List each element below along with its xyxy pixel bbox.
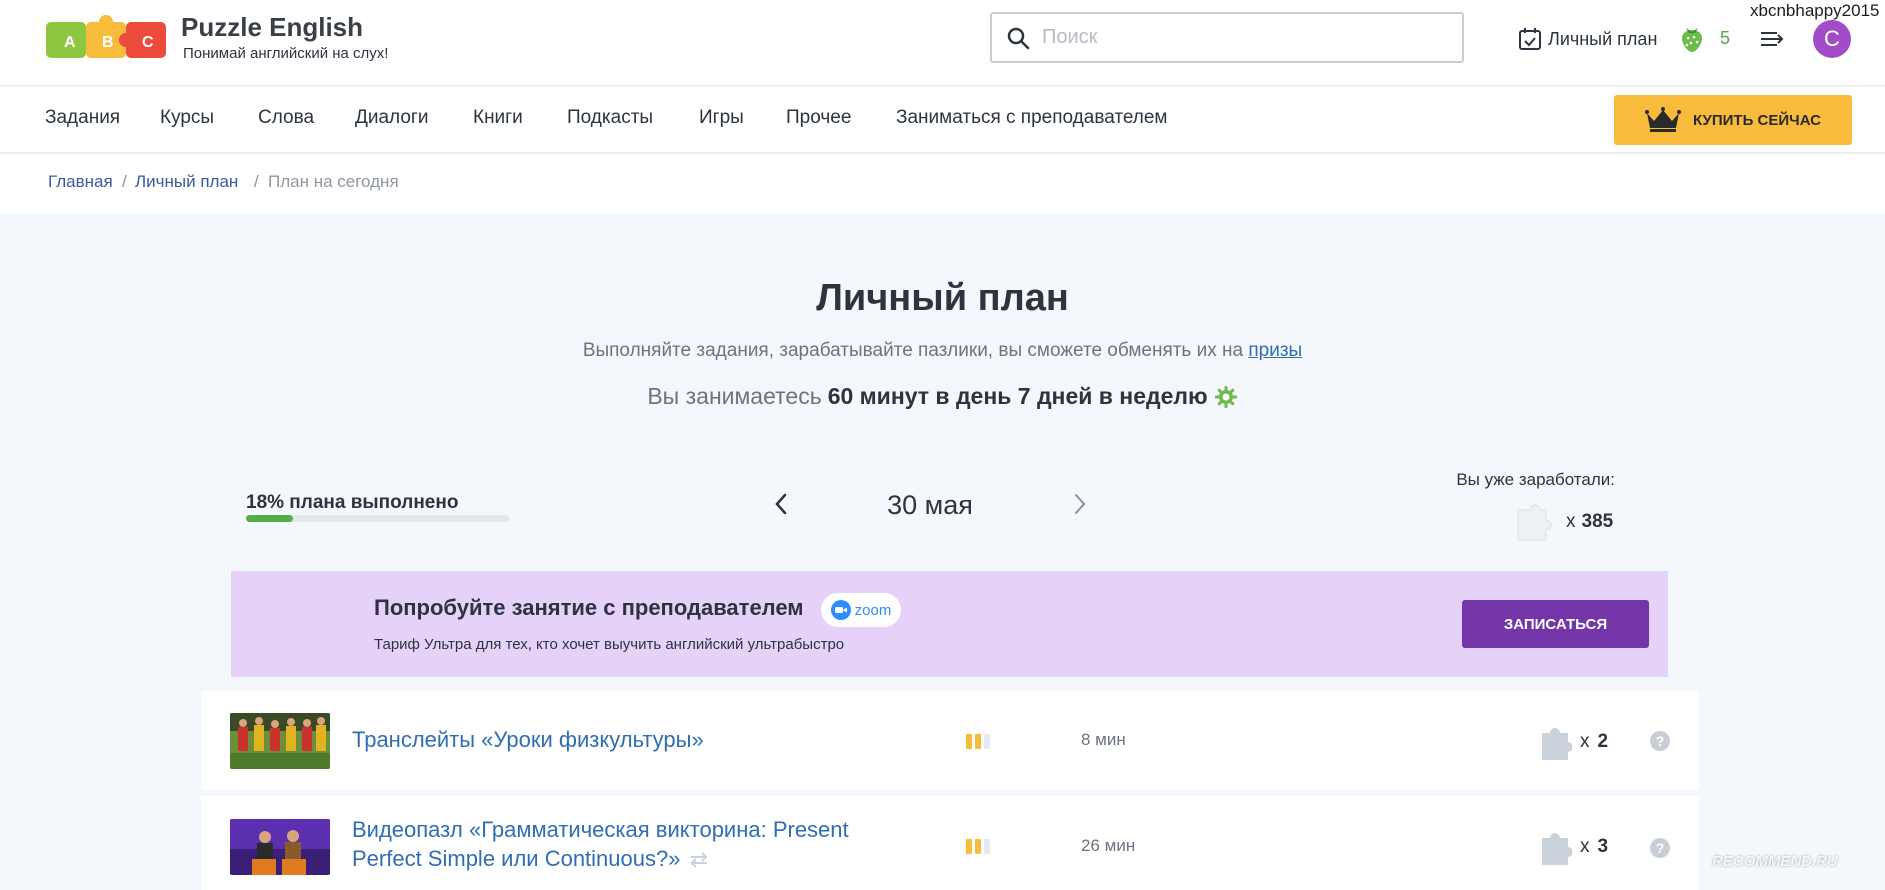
main-nav: Задания Курсы Слова Диалоги Книги Подкас…	[0, 87, 1885, 153]
task-duration: 26 мин	[1081, 836, 1136, 855]
chevron-right-icon[interactable]	[1071, 490, 1089, 518]
search-icon	[1007, 27, 1030, 50]
page-title: Личный план	[816, 277, 1069, 319]
breadcrumb-separator: /	[122, 172, 127, 191]
nav-item-books[interactable]: Книги	[473, 107, 523, 129]
buy-now-button[interactable]: КУПИТЬ СЕЙЧАС	[1614, 95, 1852, 145]
nav-item-tasks[interactable]: Задания	[45, 107, 120, 129]
zoom-camera-icon	[830, 600, 851, 620]
tutor-promo-banner: Попробуйте занятие с преподавателем zoom…	[231, 571, 1668, 677]
task-thumbnail[interactable]	[230, 819, 330, 875]
breadcrumb-separator: /	[254, 172, 259, 191]
task-row[interactable]: Транслейты «Уроки физкультуры» 8 мин x 2…	[201, 691, 1699, 790]
puzzle-piece-icon	[1517, 504, 1552, 541]
difficulty-indicator	[966, 839, 990, 854]
logo-letter-b: B	[102, 34, 114, 51]
earned-times: x	[1566, 511, 1576, 532]
personal-plan-label: Личный план	[1548, 28, 1658, 49]
reward-times: x	[1580, 731, 1590, 752]
task-duration: 8 мин	[1081, 730, 1126, 749]
puzzle-piece-icon	[1542, 833, 1572, 865]
berries-count: 5	[1720, 27, 1731, 48]
task-row[interactable]: Видеопазл «Грамматическая викторина: Pre…	[201, 796, 1699, 890]
breadcrumb: Главная / Личный план / План на сегодня	[0, 154, 1885, 214]
page-subtitle: Выполняйте задания, зарабатывайте пазлик…	[0, 340, 1885, 362]
current-date: 30 мая	[887, 490, 973, 520]
puzzle-piece-icon	[1542, 728, 1572, 760]
chevron-left-icon[interactable]	[772, 490, 790, 518]
repeat-icon	[690, 852, 708, 868]
task-title-text: Видеопазл «Грамматическая викторина: Pre…	[352, 817, 849, 871]
username-label: xbcnbhappy2015	[1750, 1, 1880, 20]
plan-progress-fill	[246, 515, 294, 522]
calendar-check-icon	[1519, 28, 1541, 50]
task-title[interactable]: Видеопазл «Грамматическая викторина: Pre…	[352, 815, 912, 873]
breadcrumb-personal-plan[interactable]: Личный план	[135, 172, 238, 192]
nav-item-games[interactable]: Игры	[699, 107, 744, 129]
nav-item-other[interactable]: Прочее	[786, 107, 851, 129]
breadcrumb-current: План на сегодня	[268, 172, 399, 191]
task-reward: x 2	[1540, 723, 1608, 761]
nav-item-tutor[interactable]: Заниматься с преподавателем	[896, 107, 1168, 129]
help-icon[interactable]: ?	[1650, 838, 1670, 858]
buy-now-label: КУПИТЬ СЕЙЧАС	[1693, 111, 1821, 129]
help-icon[interactable]: ?	[1650, 731, 1670, 751]
top-header: A B C Puzzle English Понимай английский …	[0, 0, 1885, 86]
logo-letter-a: A	[64, 34, 76, 51]
zoom-badge-label: zoom	[854, 601, 892, 619]
task-thumbnail[interactable]	[230, 713, 330, 769]
watermark-text: RECOMMEND.RU	[1712, 853, 1838, 870]
promo-title: Попробуйте занятие с преподавателем	[374, 595, 804, 620]
recommend-watermark: RECOMMEND.RU	[1712, 853, 1838, 870]
settings-gear-icon[interactable]	[1214, 385, 1238, 409]
reward-times: x	[1580, 836, 1590, 857]
schedule-value: 60 минут в день 7 дней в неделю	[827, 383, 1208, 409]
personal-plan-link[interactable]: Личный план	[1518, 26, 1657, 52]
plan-progress-bar	[246, 515, 509, 522]
strawberry-icon	[1682, 28, 1702, 52]
breadcrumb-home[interactable]: Главная	[48, 172, 113, 192]
page-subtitle-text: Выполняйте задания, зарабатывайте пазлик…	[582, 340, 1244, 361]
reward-count: 3	[1597, 836, 1609, 857]
brand-tagline: Понимай английский на слух!	[183, 45, 389, 62]
logo-letter-c: C	[142, 34, 154, 51]
abc-puzzle-logo[interactable]: A B C	[46, 12, 166, 64]
sign-up-button[interactable]: ЗАПИСАТЬСЯ	[1462, 600, 1649, 648]
earned-puzzles: x 385	[1512, 502, 1613, 542]
prizes-link[interactable]: призы	[1248, 340, 1302, 361]
nav-item-dialogs[interactable]: Диалоги	[355, 107, 428, 129]
user-avatar[interactable]: С	[1813, 20, 1851, 58]
task-reward: x 3	[1540, 828, 1608, 866]
search-input[interactable]	[1042, 20, 1442, 54]
promo-subtitle: Тариф Ультра для тех, кто хочет выучить …	[374, 636, 845, 653]
reward-count: 2	[1597, 731, 1609, 752]
search-box[interactable]	[990, 12, 1464, 63]
nav-item-courses[interactable]: Курсы	[160, 107, 214, 129]
nav-item-podcasts[interactable]: Подкасты	[567, 107, 653, 129]
nav-item-words[interactable]: Слова	[258, 107, 314, 129]
difficulty-indicator	[966, 734, 990, 749]
plan-progress-label: 18% плана выполнено	[246, 492, 459, 513]
task-title[interactable]: Транслейты «Уроки физкультуры»	[352, 725, 704, 754]
brand-name[interactable]: Puzzle English	[181, 12, 363, 43]
schedule-info: Вы занимаетесь 60 минут в день 7 дней в …	[0, 383, 1885, 410]
schedule-prefix: Вы занимаетесь	[647, 383, 822, 409]
earned-label: Вы уже заработали:	[1456, 470, 1615, 489]
menu-list-icon[interactable]	[1760, 28, 1784, 50]
crown-icon	[1645, 107, 1681, 132]
earned-count: 385	[1581, 511, 1614, 532]
zoom-badge: zoom	[821, 593, 901, 627]
berries-counter[interactable]: 5	[1680, 24, 1730, 52]
